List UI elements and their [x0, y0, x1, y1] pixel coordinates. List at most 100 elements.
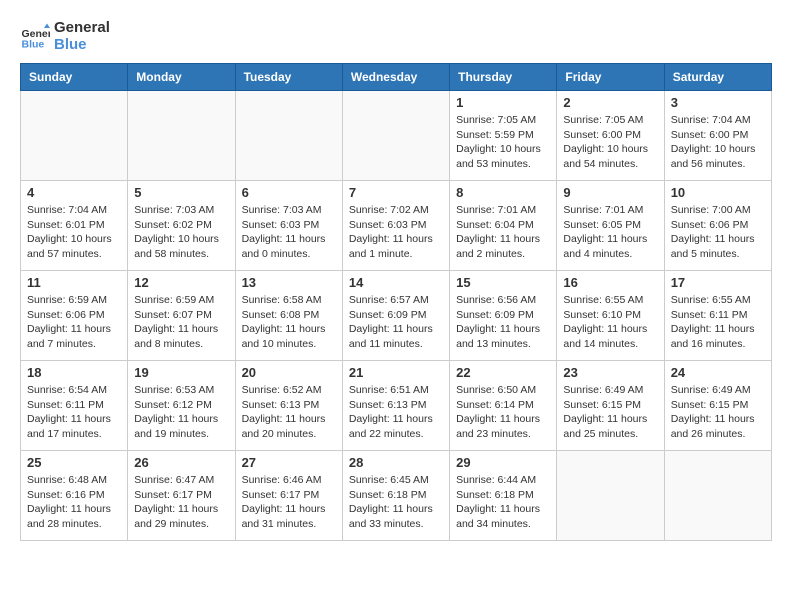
calendar-cell: 28 Sunrise: 6:45 AMSunset: 6:18 PMDayligh… [342, 451, 449, 541]
day-info: Sunrise: 7:04 AMSunset: 6:00 PMDaylight:… [671, 113, 765, 172]
day-info: Sunrise: 6:45 AMSunset: 6:18 PMDaylight:… [349, 473, 443, 532]
calendar-cell: 10 Sunrise: 7:00 AMSunset: 6:06 PMDayligh… [664, 181, 771, 271]
calendar-cell: 13 Sunrise: 6:58 AMSunset: 6:08 PMDayligh… [235, 271, 342, 361]
day-info: Sunrise: 6:47 AMSunset: 6:17 PMDaylight:… [134, 473, 228, 532]
logo-icon: General Blue [20, 22, 50, 52]
day-number: 29 [456, 455, 550, 470]
day-info: Sunrise: 6:51 AMSunset: 6:13 PMDaylight:… [349, 383, 443, 442]
day-info: Sunrise: 7:05 AMSunset: 5:59 PMDaylight:… [456, 113, 550, 172]
day-number: 8 [456, 185, 550, 200]
calendar-cell [21, 91, 128, 181]
calendar-cell [342, 91, 449, 181]
weekday-header-thursday: Thursday [450, 64, 557, 91]
calendar-cell: 12Sunrise: 6:59 AMSunset: 6:07 PMDayligh… [128, 271, 235, 361]
day-number: 25 [27, 455, 121, 470]
weekday-header-saturday: Saturday [664, 64, 771, 91]
calendar-cell: 16 Sunrise: 6:55 AMSunset: 6:10 PMDayligh… [557, 271, 664, 361]
day-number: 12 [134, 275, 228, 290]
calendar-cell: 5Sunrise: 7:03 AMSunset: 6:02 PMDaylight… [128, 181, 235, 271]
calendar-cell: 3 Sunrise: 7:04 AMSunset: 6:00 PMDaylight… [664, 91, 771, 181]
calendar-cell: 24 Sunrise: 6:49 AMSunset: 6:15 PMDayligh… [664, 361, 771, 451]
day-info: Sunrise: 6:46 AMSunset: 6:17 PMDaylight:… [242, 473, 336, 532]
day-info: Sunrise: 6:49 AMSunset: 6:15 PMDaylight:… [563, 383, 657, 442]
calendar-cell: 20Sunrise: 6:52 AMSunset: 6:13 PMDayligh… [235, 361, 342, 451]
calendar-cell: 18 Sunrise: 6:54 AMSunset: 6:11 PMDayligh… [21, 361, 128, 451]
weekday-header-sunday: Sunday [21, 64, 128, 91]
day-info: Sunrise: 6:49 AMSunset: 6:15 PMDaylight:… [671, 383, 765, 442]
calendar-cell: 29 Sunrise: 6:44 AMSunset: 6:18 PMDayligh… [450, 451, 557, 541]
day-number: 13 [242, 275, 336, 290]
calendar-cell [557, 451, 664, 541]
day-info: Sunrise: 6:54 AMSunset: 6:11 PMDaylight:… [27, 383, 121, 442]
week-row-0: 1 Sunrise: 7:05 AMSunset: 5:59 PMDaylight… [21, 91, 772, 181]
weekday-header-row: SundayMondayTuesdayWednesdayThursdayFrid… [21, 64, 772, 91]
day-number: 14 [349, 275, 443, 290]
day-number: 28 [349, 455, 443, 470]
day-info: Sunrise: 6:52 AMSunset: 6:13 PMDaylight:… [242, 383, 336, 442]
day-info: Sunrise: 7:02 AMSunset: 6:03 PMDaylight:… [349, 203, 443, 262]
day-number: 27 [242, 455, 336, 470]
calendar-cell: 15 Sunrise: 6:56 AMSunset: 6:09 PMDayligh… [450, 271, 557, 361]
day-number: 15 [456, 275, 550, 290]
day-number: 9 [563, 185, 657, 200]
calendar-cell: 11 Sunrise: 6:59 AMSunset: 6:06 PMDayligh… [21, 271, 128, 361]
calendar-cell [128, 91, 235, 181]
calendar-cell [664, 451, 771, 541]
logo: General Blue General Blue [20, 20, 110, 53]
calendar-cell: 2 Sunrise: 7:05 AMSunset: 6:00 PMDaylight… [557, 91, 664, 181]
day-number: 18 [27, 365, 121, 380]
day-info: Sunrise: 7:01 AMSunset: 6:05 PMDaylight:… [563, 203, 657, 262]
day-info: Sunrise: 6:59 AMSunset: 6:06 PMDaylight:… [27, 293, 121, 352]
day-number: 6 [242, 185, 336, 200]
logo-blue: Blue [54, 37, 110, 54]
calendar-cell: 22 Sunrise: 6:50 AMSunset: 6:14 PMDayligh… [450, 361, 557, 451]
day-info: Sunrise: 6:44 AMSunset: 6:18 PMDaylight:… [456, 473, 550, 532]
day-number: 5 [134, 185, 228, 200]
calendar-cell: 17 Sunrise: 6:55 AMSunset: 6:11 PMDayligh… [664, 271, 771, 361]
calendar-cell: 4 Sunrise: 7:04 AMSunset: 6:01 PMDaylight… [21, 181, 128, 271]
day-info: Sunrise: 6:50 AMSunset: 6:14 PMDaylight:… [456, 383, 550, 442]
calendar-cell: 19Sunrise: 6:53 AMSunset: 6:12 PMDayligh… [128, 361, 235, 451]
week-row-3: 18 Sunrise: 6:54 AMSunset: 6:11 PMDayligh… [21, 361, 772, 451]
day-number: 1 [456, 95, 550, 110]
day-info: Sunrise: 7:00 AMSunset: 6:06 PMDaylight:… [671, 203, 765, 262]
calendar-cell: 8 Sunrise: 7:01 AMSunset: 6:04 PMDaylight… [450, 181, 557, 271]
day-info: Sunrise: 6:53 AMSunset: 6:12 PMDaylight:… [134, 383, 228, 442]
day-number: 21 [349, 365, 443, 380]
day-number: 3 [671, 95, 765, 110]
day-info: Sunrise: 6:58 AMSunset: 6:08 PMDaylight:… [242, 293, 336, 352]
day-info: Sunrise: 6:57 AMSunset: 6:09 PMDaylight:… [349, 293, 443, 352]
day-info: Sunrise: 7:04 AMSunset: 6:01 PMDaylight:… [27, 203, 121, 262]
weekday-header-tuesday: Tuesday [235, 64, 342, 91]
day-info: Sunrise: 7:01 AMSunset: 6:04 PMDaylight:… [456, 203, 550, 262]
day-number: 7 [349, 185, 443, 200]
day-number: 22 [456, 365, 550, 380]
calendar-cell: 25 Sunrise: 6:48 AMSunset: 6:16 PMDayligh… [21, 451, 128, 541]
day-number: 10 [671, 185, 765, 200]
week-row-4: 25 Sunrise: 6:48 AMSunset: 6:16 PMDayligh… [21, 451, 772, 541]
calendar-cell: 26Sunrise: 6:47 AMSunset: 6:17 PMDayligh… [128, 451, 235, 541]
calendar-cell: 7 Sunrise: 7:02 AMSunset: 6:03 PMDaylight… [342, 181, 449, 271]
svg-text:Blue: Blue [22, 38, 45, 50]
calendar-cell: 27 Sunrise: 6:46 AMSunset: 6:17 PMDayligh… [235, 451, 342, 541]
calendar-cell: 6Sunrise: 7:03 AMSunset: 6:03 PMDaylight… [235, 181, 342, 271]
header: General Blue General Blue [20, 20, 772, 53]
calendar-cell: 21 Sunrise: 6:51 AMSunset: 6:13 PMDayligh… [342, 361, 449, 451]
day-info: Sunrise: 6:56 AMSunset: 6:09 PMDaylight:… [456, 293, 550, 352]
calendar-table: SundayMondayTuesdayWednesdayThursdayFrid… [20, 63, 772, 541]
calendar-cell: 1 Sunrise: 7:05 AMSunset: 5:59 PMDaylight… [450, 91, 557, 181]
day-info: Sunrise: 6:55 AMSunset: 6:10 PMDaylight:… [563, 293, 657, 352]
day-info: Sunrise: 6:48 AMSunset: 6:16 PMDaylight:… [27, 473, 121, 532]
logo-general: General [54, 20, 110, 37]
day-info: Sunrise: 7:05 AMSunset: 6:00 PMDaylight:… [563, 113, 657, 172]
day-number: 11 [27, 275, 121, 290]
day-number: 16 [563, 275, 657, 290]
day-number: 2 [563, 95, 657, 110]
week-row-2: 11 Sunrise: 6:59 AMSunset: 6:06 PMDayligh… [21, 271, 772, 361]
day-number: 24 [671, 365, 765, 380]
day-number: 17 [671, 275, 765, 290]
day-info: Sunrise: 6:55 AMSunset: 6:11 PMDaylight:… [671, 293, 765, 352]
weekday-header-wednesday: Wednesday [342, 64, 449, 91]
day-number: 4 [27, 185, 121, 200]
weekday-header-monday: Monday [128, 64, 235, 91]
